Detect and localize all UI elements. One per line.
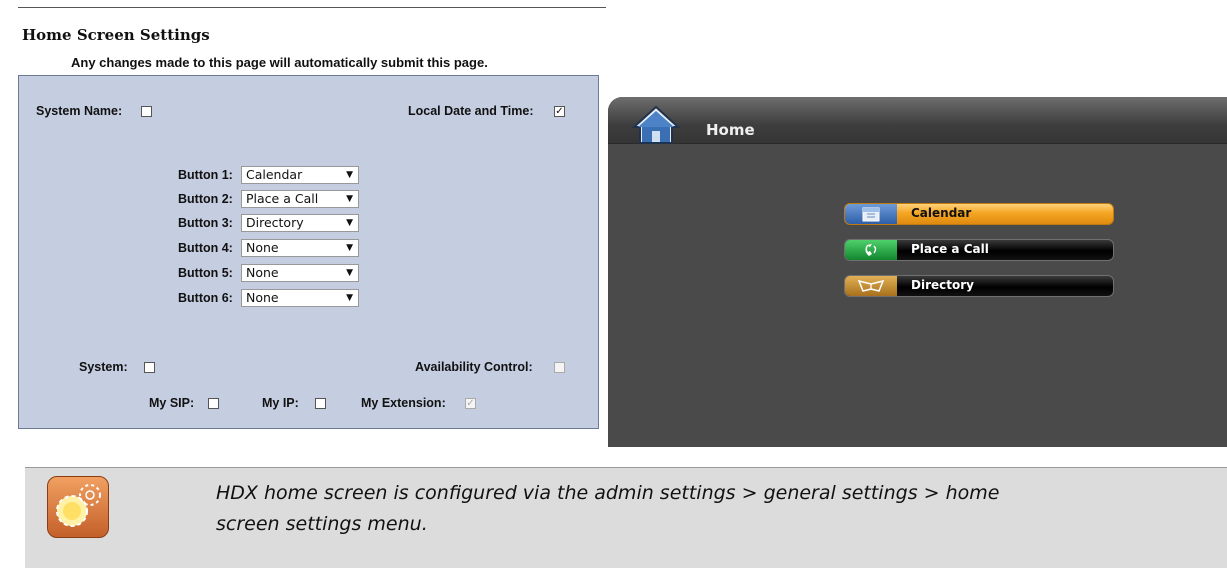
tip-text: HDX home screen is configured via the ad… [216,478,1227,540]
chevron-down-icon: ▼ [346,293,353,303]
hdx-calendar-label: Calendar [911,206,972,220]
chevron-down-icon: ▼ [346,218,353,228]
chevron-down-icon: ▼ [346,194,353,204]
button-1-select[interactable]: Calendar ▼ [241,166,359,184]
button-4-label: Button 4: [178,241,233,255]
system-label: System: [79,360,128,374]
chevron-down-icon: ▼ [346,170,353,180]
hdx-place-call-label: Place a Call [911,242,989,256]
hdx-calendar-button[interactable]: Calendar [844,203,1114,225]
button-2-label: Button 2: [178,192,233,206]
settings-panel: System Name: Local Date and Time: ✓ Butt… [18,75,599,429]
tip-text-line-2: screen settings menu. [216,513,428,535]
chevron-down-icon: ▼ [346,268,353,278]
button-4-select[interactable]: None ▼ [241,239,359,257]
button-2-select[interactable]: Place a Call ▼ [241,190,359,208]
my-sip-label: My SIP: [149,396,195,410]
button-2-value: Place a Call [246,191,319,206]
chevron-down-icon: ▼ [346,243,353,253]
system-name-label: System Name: [36,104,123,118]
local-date-time-checkbox[interactable]: ✓ [554,106,565,117]
button-3-label: Button 3: [178,216,233,230]
tip-text-line-1: HDX home screen is configured via the ad… [216,482,1000,504]
hdx-title: Home [706,121,755,139]
book-icon [845,276,897,296]
button-3-select[interactable]: Directory ▼ [241,214,359,232]
button-1-label: Button 1: [178,168,233,182]
hdx-directory-label: Directory [911,278,974,292]
my-sip-checkbox[interactable] [208,398,219,409]
my-extension-label: My Extension: [361,396,446,410]
button-1-value: Calendar [246,167,303,182]
button-6-select[interactable]: None ▼ [241,289,359,307]
tip-box: HDX home screen is configured via the ad… [25,467,1227,568]
home-icon[interactable] [632,105,680,145]
system-checkbox[interactable] [144,362,155,373]
local-date-time-label: Local Date and Time: [408,104,534,118]
button-5-select[interactable]: None ▼ [241,264,359,282]
calendar-icon [845,204,897,224]
button-6-value: None [246,290,279,305]
hdx-directory-button[interactable]: Directory [844,275,1114,297]
system-name-checkbox[interactable] [141,106,152,117]
auto-submit-note: Any changes made to this page will autom… [71,55,488,70]
settings-title: Home Screen Settings [22,26,210,44]
my-ip-checkbox[interactable] [315,398,326,409]
button-5-label: Button 5: [178,266,233,280]
hdx-place-call-button[interactable]: Place a Call [844,239,1114,261]
hdx-home-screen: Home Calendar Place a Call Directory [608,97,1227,447]
availability-control-checkbox[interactable] [554,362,565,373]
my-ip-label: My IP: [262,396,299,410]
button-6-label: Button 6: [178,291,233,305]
phone-icon [845,240,897,260]
button-5-value: None [246,265,279,280]
my-extension-checkbox[interactable]: ✓ [465,398,476,409]
button-4-value: None [246,240,279,255]
hdx-title-bar: Home [608,97,1227,144]
availability-control-label: Availability Control: [415,360,533,374]
gears-icon [47,476,109,538]
top-divider [18,7,606,8]
button-3-value: Directory [246,215,304,230]
